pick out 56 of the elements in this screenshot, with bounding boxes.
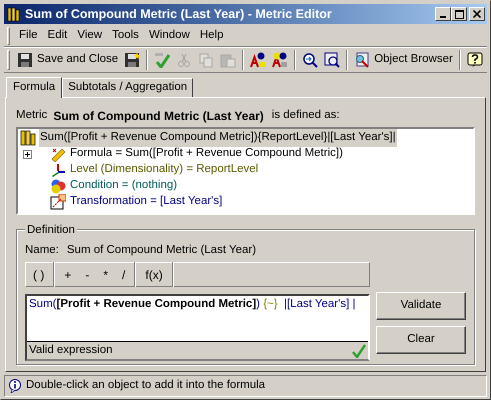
object-browser-button[interactable]: Object Browser: [351, 49, 456, 71]
app-icon: [6, 6, 22, 22]
maximize-button[interactable]: [451, 7, 467, 21]
defined-as-label: is defined as:: [272, 108, 340, 124]
operator-button[interactable]: f(x): [138, 264, 170, 284]
maximize-icon: [454, 10, 464, 18]
name-value: Sum of Compound Metric (Last Year): [66, 243, 256, 258]
operator-button[interactable]: ( ): [26, 264, 52, 284]
menu-item[interactable]: Help: [194, 26, 228, 44]
help-icon[interactable]: [466, 52, 483, 68]
toolbar-grip: [7, 50, 10, 70]
checkmark-icon[interactable]: [154, 52, 170, 68]
axes-icon: [50, 162, 66, 178]
name-label: Name:: [25, 243, 59, 258]
menu-item[interactable]: Window: [144, 26, 195, 44]
info-icon: [8, 379, 22, 393]
checkmark-icon: [352, 344, 366, 358]
magnifier-frame-icon[interactable]: [324, 52, 340, 68]
expand-icon[interactable]: [23, 150, 32, 158]
document-corner-icon: [50, 194, 66, 210]
tab[interactable]: Subtotals / Aggregation: [62, 78, 194, 97]
menu-item[interactable]: File: [14, 26, 43, 44]
tree-item[interactable]: Condition = (nothing): [69, 177, 178, 195]
close-icon: [473, 10, 481, 18]
minimize-button[interactable]: [435, 7, 451, 21]
magnifier-icon[interactable]: [302, 52, 318, 68]
operator-button[interactable]: -: [78, 264, 96, 284]
menu-item[interactable]: View: [72, 26, 108, 44]
pencil-icon: [50, 146, 66, 162]
metric-label: Metric: [16, 108, 48, 124]
metric-name: Sum of Compound Metric (Last Year): [53, 108, 264, 125]
shapes-icon[interactable]: [272, 52, 288, 68]
window-title: Sum of Compound Metric (Last Year) - Metric Editor: [25, 6, 332, 23]
tree-item[interactable]: Transformation = [Last Year's]: [69, 193, 224, 211]
formula-input[interactable]: Sum([Profit + Revenue Compound Metric]) {~} |[Last Year's] |: [27, 296, 368, 341]
minimize-icon: [440, 16, 446, 18]
operator-button[interactable]: /: [115, 264, 132, 284]
operator-button[interactable]: +: [57, 264, 78, 284]
magnifier-document-icon: [354, 52, 370, 68]
menu-grip: [7, 26, 10, 44]
validation-status: Valid expression: [29, 342, 113, 358]
action-button[interactable]: Validate: [376, 292, 466, 320]
action-button[interactable]: Clear: [376, 326, 466, 354]
bars-icon: [20, 130, 36, 146]
circles-icon: [50, 178, 66, 194]
status-text: Double-click an object to add it into the formula: [26, 378, 266, 394]
tree-item[interactable]: Sum([Profit + Revenue Compound Metric]){ReportLevel}|[Last Year's]|: [39, 129, 397, 147]
operator-button[interactable]: *: [96, 264, 116, 284]
tab[interactable]: Formula: [6, 77, 62, 98]
save-and-close-button[interactable]: Save and Close: [14, 49, 122, 71]
close-button[interactable]: [469, 7, 485, 21]
menu-item[interactable]: Tools: [107, 26, 144, 44]
menu-item[interactable]: Edit: [42, 26, 72, 44]
shapes-icon[interactable]: [250, 52, 266, 68]
tree-item[interactable]: Formula = Sum([Profit + Revenue Compound Metric]): [69, 145, 344, 163]
tree-item[interactable]: Level (Dimensionality) = ReportLevel: [69, 161, 260, 179]
